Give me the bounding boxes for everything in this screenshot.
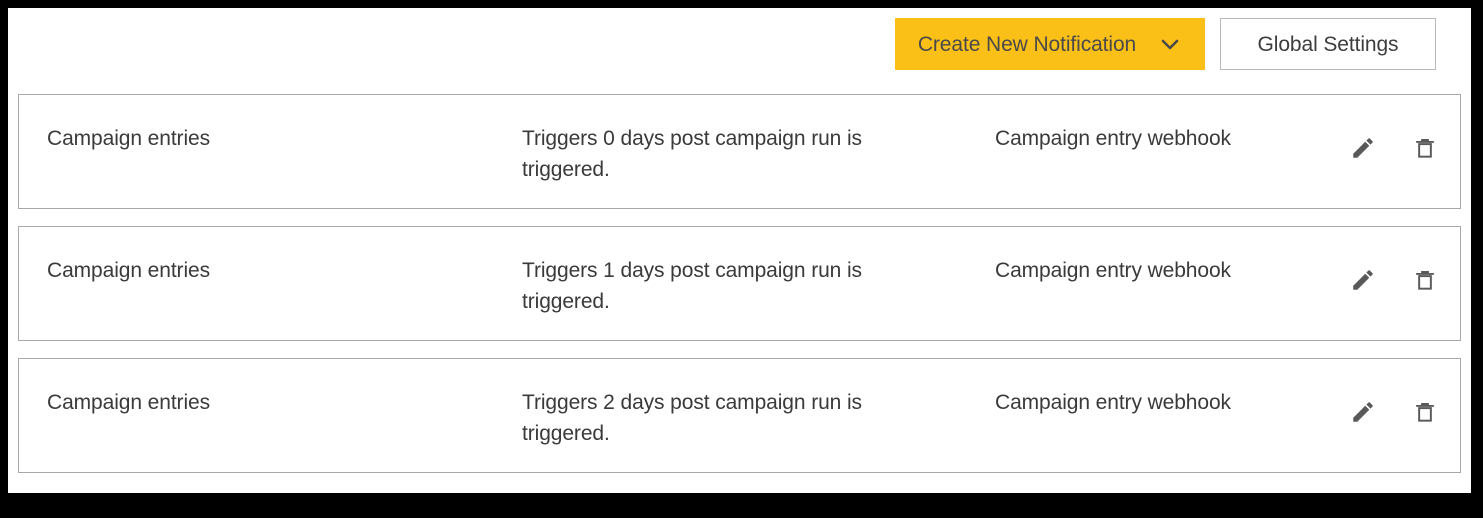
chevron-down-icon: [1158, 32, 1182, 56]
create-new-notification-label: Create New Notification: [917, 32, 1137, 56]
notification-row[interactable]: Campaign entries Triggers 2 days post ca…: [18, 358, 1461, 473]
edit-notification-button[interactable]: [1350, 267, 1376, 293]
notification-description: Triggers 2 days post campaign run is tri…: [522, 391, 862, 445]
notification-name: Campaign entries: [47, 391, 210, 414]
delete-notification-button[interactable]: [1412, 135, 1438, 161]
toolbar: Create New Notification Global Settings: [8, 8, 1471, 88]
delete-notification-button[interactable]: [1412, 267, 1438, 293]
global-settings-label: Global Settings: [1257, 32, 1399, 56]
global-settings-button[interactable]: Global Settings: [1220, 18, 1436, 70]
notification-target: Campaign entry webhook: [995, 391, 1231, 414]
notification-row[interactable]: Campaign entries Triggers 0 days post ca…: [18, 94, 1461, 209]
notification-list: Campaign entries Triggers 0 days post ca…: [18, 94, 1461, 473]
notification-name: Campaign entries: [47, 127, 210, 150]
notifications-panel: Create New Notification Global Settings …: [8, 8, 1471, 493]
edit-notification-button[interactable]: [1350, 399, 1376, 425]
notification-target: Campaign entry webhook: [995, 127, 1231, 150]
notification-name: Campaign entries: [47, 259, 210, 282]
create-new-notification-button[interactable]: Create New Notification: [895, 18, 1205, 70]
row-actions: [1350, 135, 1438, 161]
row-actions: [1350, 399, 1438, 425]
notification-row[interactable]: Campaign entries Triggers 1 days post ca…: [18, 226, 1461, 341]
row-actions: [1350, 267, 1438, 293]
notification-target: Campaign entry webhook: [995, 259, 1231, 282]
delete-notification-button[interactable]: [1412, 399, 1438, 425]
edit-notification-button[interactable]: [1350, 135, 1376, 161]
notification-description: Triggers 0 days post campaign run is tri…: [522, 127, 862, 181]
notification-description: Triggers 1 days post campaign run is tri…: [522, 259, 862, 313]
